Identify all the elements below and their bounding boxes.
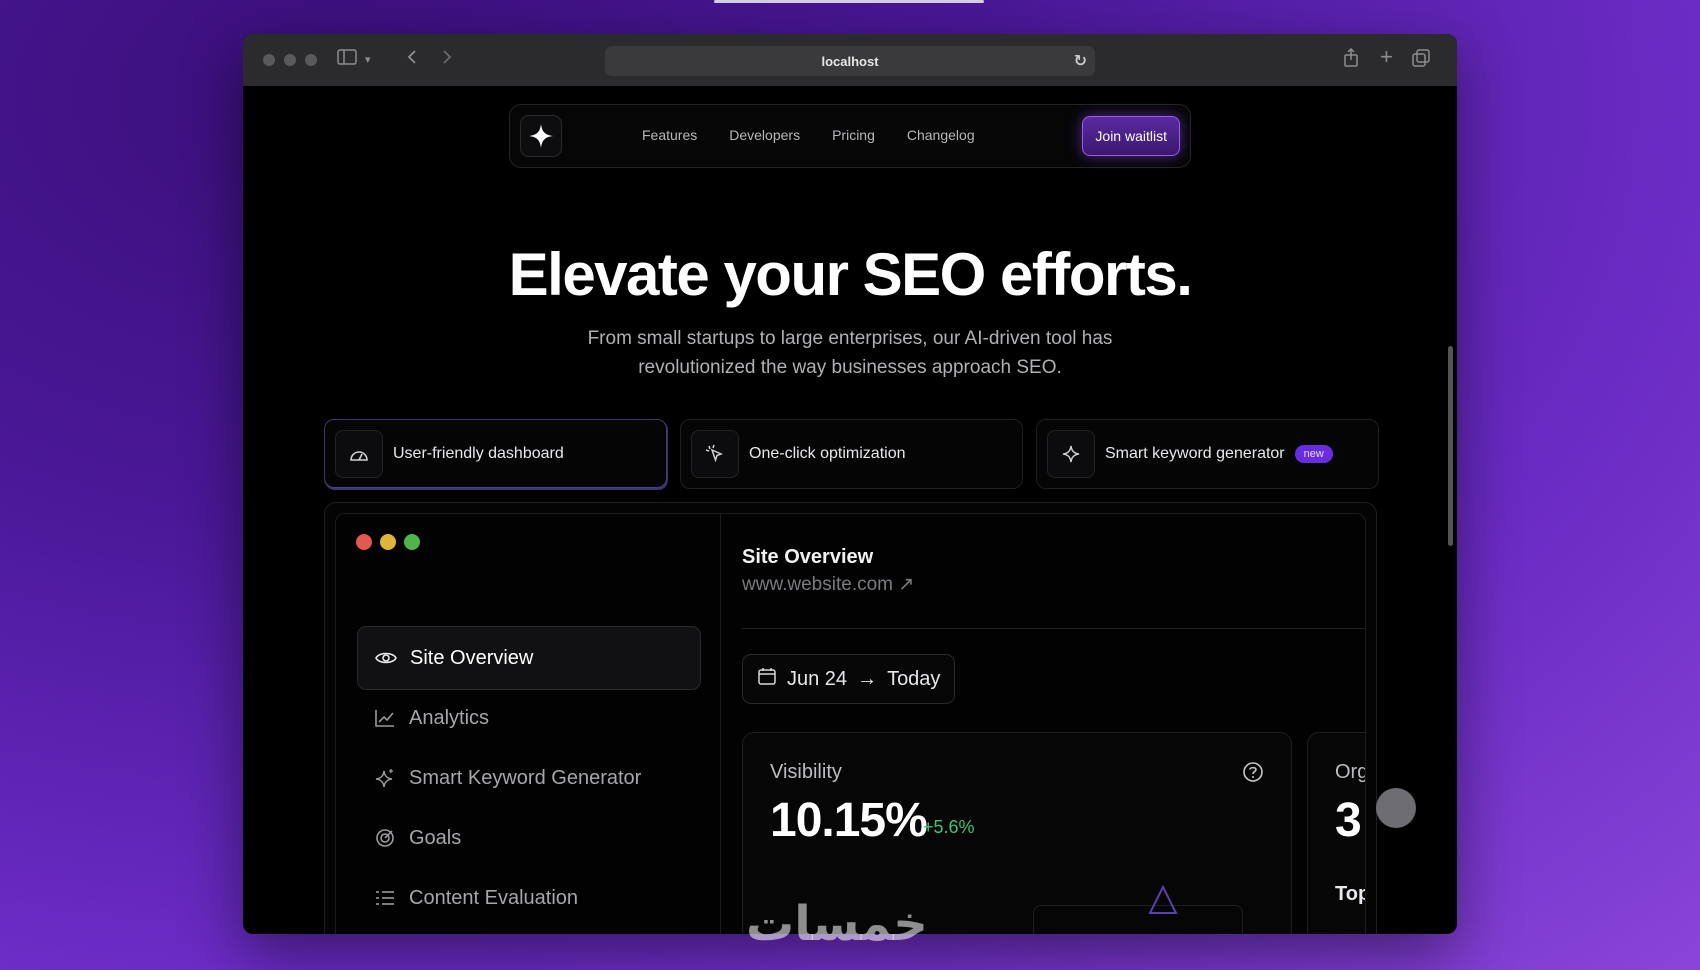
dashboard-main: Site Overview www.website.com ↗ Jun 24 →…: [721, 514, 1365, 934]
cursor-click-icon: [691, 430, 739, 478]
url-text: localhost: [821, 53, 879, 69]
new-tab-icon[interactable]: +: [1380, 45, 1393, 69]
visibility-label: Visibility: [770, 761, 842, 783]
sparkle-logo-icon: [529, 124, 553, 148]
list-icon: [373, 889, 397, 907]
chart-peak-marker: [1148, 884, 1178, 920]
share-icon[interactable]: [1343, 47, 1359, 74]
sparkles-icon: [373, 768, 397, 788]
watermark-logo: خمسات: [746, 896, 928, 952]
organic-card: Org 3 Top: [1307, 732, 1366, 934]
chart-tooltip-box: [1033, 905, 1243, 934]
sidebar-item-content-evaluation[interactable]: Content Evaluation: [357, 866, 701, 930]
feature-tabs: User-friendly dashboard One-click optimi…: [324, 419, 1379, 489]
dashboard-preview: Site Overview Analytics Smart Keyword Ge…: [335, 513, 1366, 934]
calendar-icon: [757, 666, 777, 692]
nav-link-developers[interactable]: Developers: [729, 127, 800, 143]
arrow-right-icon: →: [857, 667, 878, 690]
back-icon[interactable]: [406, 48, 418, 72]
nav-links: Features Developers Pricing Changelog: [642, 127, 975, 143]
cursor-indicator: [1376, 788, 1416, 828]
dashboard-main-viewport: Site Overview www.website.com ↗ Jun 24 →…: [721, 514, 1366, 934]
feature-label: One-click optimization: [749, 445, 906, 462]
hero-title: Elevate your SEO efforts.: [508, 241, 1193, 308]
logo[interactable]: [520, 115, 562, 157]
preview-window-dots: [356, 534, 420, 550]
minimize-dot[interactable]: [284, 54, 296, 66]
green-dot: [404, 534, 420, 550]
section-divider: [742, 628, 1365, 629]
maximize-dot[interactable]: [305, 54, 317, 66]
address-bar[interactable]: localhost ↻: [605, 46, 1095, 76]
sidebar-item-label: Content Evaluation: [409, 886, 579, 909]
feature-label: Smart keyword generator: [1105, 445, 1285, 462]
sidebar-item-site-overview[interactable]: Site Overview: [357, 626, 701, 690]
sidebar-item-goals[interactable]: Goals: [357, 806, 701, 870]
gauge-icon: [335, 430, 383, 478]
sidebar-item-label: Analytics: [409, 706, 490, 729]
help-icon[interactable]: [1242, 761, 1264, 788]
sidebar-item-keyword-generator[interactable]: Smart Keyword Generator: [357, 746, 701, 810]
red-dot: [356, 534, 372, 550]
visibility-delta: +5.6%: [923, 817, 975, 837]
organic-top-label: Top: [1335, 883, 1365, 905]
sidebar-item-label: Smart Keyword Generator: [409, 766, 642, 789]
date-range-button[interactable]: Jun 24 → Today: [742, 654, 956, 704]
sidebar-item-label: Site Overview: [410, 646, 534, 669]
forward-icon[interactable]: [441, 48, 453, 72]
join-waitlist-button[interactable]: Join waitlist: [1082, 116, 1180, 156]
browser-toolbar: ▾ localhost ↻ +: [243, 34, 1457, 86]
window-controls[interactable]: [263, 54, 317, 66]
dashboard-preview-frame: Site Overview Analytics Smart Keyword Ge…: [324, 502, 1377, 934]
sidebar-item-label: Goals: [409, 826, 462, 849]
sidebar-toggle-icon[interactable]: [337, 48, 357, 72]
browser-window: ▾ localhost ↻ + Features Developers Pric…: [243, 34, 1457, 934]
date-from: Jun 24: [787, 667, 848, 690]
sparkles-icon: [1047, 430, 1095, 478]
dashboard-sidebar: Site Overview Analytics Smart Keyword Ge…: [336, 514, 721, 934]
hero-subtitle-line-2: revolutionized the way businesses approa…: [638, 357, 1062, 378]
chevron-down-icon[interactable]: ▾: [365, 48, 371, 72]
line-chart-icon: [373, 709, 397, 727]
new-badge: new: [1294, 445, 1333, 463]
site-url-link[interactable]: www.website.com ↗: [742, 573, 914, 596]
feature-tab-keyword-generator[interactable]: Smart keyword generator new: [1036, 419, 1379, 489]
nav-link-changelog[interactable]: Changelog: [907, 127, 975, 143]
site-navbar: Features Developers Pricing Changelog Jo…: [509, 104, 1191, 168]
yellow-dot: [380, 534, 396, 550]
close-dot[interactable]: [263, 54, 275, 66]
site-overview-title: Site Overview: [742, 546, 874, 568]
date-to: Today: [887, 667, 941, 690]
organic-value: 3: [1335, 794, 1362, 847]
organic-label: Org: [1335, 761, 1366, 783]
hero-subtitle-line-1: From small startups to large enterprises…: [587, 328, 1113, 349]
nav-link-features[interactable]: Features: [642, 127, 697, 143]
feature-tab-dashboard[interactable]: User-friendly dashboard: [324, 419, 667, 489]
visibility-value: 10.15%: [770, 794, 928, 847]
nav-link-pricing[interactable]: Pricing: [832, 127, 875, 143]
feature-label: User-friendly dashboard: [393, 445, 564, 462]
sidebar-item-analytics[interactable]: Analytics: [357, 686, 701, 750]
target-icon: [373, 828, 397, 848]
feature-tab-optimization[interactable]: One-click optimization: [680, 419, 1023, 489]
tabs-overview-icon[interactable]: [1411, 48, 1431, 74]
eye-icon: [374, 650, 398, 666]
top-notch: [714, 0, 984, 3]
hero-subtitle: From small startups to large enterprises…: [243, 324, 1457, 382]
reload-icon[interactable]: ↻: [1074, 51, 1087, 71]
